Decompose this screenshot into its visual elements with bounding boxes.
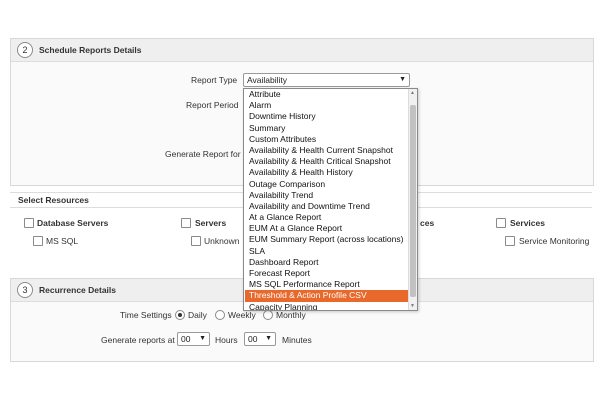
dropdown-scrollbar[interactable]: ▲ ▼	[408, 89, 417, 310]
recurrence-title: Recurrence Details	[39, 285, 117, 295]
minutes-select[interactable]: 00 ▼	[244, 332, 276, 346]
chevron-down-icon: ▼	[199, 335, 206, 342]
step-number-3: 3	[17, 282, 33, 298]
unknown-label: Unknown	[204, 236, 240, 246]
weekly-label: Weekly	[228, 310, 256, 320]
dropdown-option[interactable]: Threshold & Action Profile CSV	[245, 290, 409, 302]
ms-sql-label: MS SQL	[46, 236, 79, 246]
dropdown-option[interactable]: Availability & Health Critical Snapshot	[245, 156, 409, 167]
schedule-reports-title: Schedule Reports Details	[39, 45, 142, 55]
dropdown-option[interactable]: Custom Attributes	[245, 134, 409, 145]
time-settings-label: Time Settings	[120, 310, 172, 320]
dropdown-option[interactable]: Alarm	[245, 100, 409, 111]
servers-checkbox[interactable]	[181, 218, 191, 228]
minutes-value: 00	[248, 334, 258, 344]
dropdown-option[interactable]: SLA	[245, 246, 409, 257]
step-number-2: 2	[17, 42, 33, 58]
dropdown-option[interactable]: Summary	[245, 123, 409, 134]
monthly-radio[interactable]	[263, 310, 273, 320]
database-servers-checkbox[interactable]	[24, 218, 34, 228]
report-type-label: Report Type	[191, 75, 238, 85]
report-type-dropdown-list[interactable]: Attribute Alarm Downtime History Summary Cus…	[243, 88, 418, 311]
hours-value: 00	[181, 334, 191, 344]
database-servers-label: Database Servers	[37, 218, 109, 228]
services-partial-label: ces	[420, 218, 435, 228]
dropdown-option[interactable]: EUM Summary Report (across locations)	[245, 234, 409, 245]
dropdown-option[interactable]: EUM At a Glance Report	[245, 223, 409, 234]
chevron-down-icon: ▼	[265, 335, 272, 342]
dropdown-option[interactable]: Forecast Report	[245, 268, 409, 279]
report-type-select[interactable]: Availability ▼	[243, 73, 410, 87]
ms-sql-checkbox[interactable]	[33, 236, 43, 246]
schedule-reports-header: 2 Schedule Reports Details	[11, 39, 593, 62]
dropdown-option[interactable]: Downtime History	[245, 111, 409, 122]
dropdown-option[interactable]: Outage Comparison	[245, 179, 409, 190]
generate-report-for-label: Generate Report for	[165, 149, 241, 159]
hours-select[interactable]: 00 ▼	[177, 332, 210, 346]
dropdown-options: Attribute Alarm Downtime History Summary Cus…	[245, 89, 409, 310]
unknown-checkbox[interactable]	[191, 236, 201, 246]
service-monitoring-checkbox[interactable]	[505, 236, 515, 246]
select-resources-title: Select Resources	[18, 195, 89, 205]
dropdown-option[interactable]: Availability and Downtime Trend	[245, 201, 409, 212]
daily-label: Daily	[188, 310, 207, 320]
chevron-down-icon: ▼	[399, 76, 406, 83]
daily-radio[interactable]	[175, 310, 185, 320]
dropdown-option[interactable]: Availability & Health Current Snapshot	[245, 145, 409, 156]
scroll-down-icon[interactable]: ▼	[410, 303, 415, 309]
monthly-label: Monthly	[276, 310, 306, 320]
dropdown-option[interactable]: At a Glance Report	[245, 212, 409, 223]
weekly-radio[interactable]	[215, 310, 225, 320]
service-monitoring-label: Service Monitoring	[519, 236, 590, 246]
dropdown-option[interactable]: Attribute	[245, 89, 409, 100]
services-checkbox[interactable]	[496, 218, 506, 228]
report-type-value: Availability	[247, 75, 288, 85]
dropdown-option[interactable]: Availability & Health History	[245, 167, 409, 178]
minutes-label: Minutes	[282, 335, 312, 345]
dropdown-option[interactable]: Capacity Planning	[245, 302, 409, 310]
dropdown-option[interactable]: MS SQL Performance Report	[245, 279, 409, 290]
dropdown-option[interactable]: Availability Trend	[245, 190, 409, 201]
services-label: Services	[510, 218, 545, 228]
hours-label: Hours	[215, 335, 238, 345]
servers-label: Servers	[195, 218, 227, 228]
generate-at-label: Generate reports at	[101, 335, 175, 345]
dropdown-option[interactable]: Dashboard Report	[245, 257, 409, 268]
scroll-up-icon[interactable]: ▲	[410, 90, 415, 96]
report-period-label: Report Period	[186, 100, 239, 110]
scrollbar-thumb[interactable]	[410, 105, 416, 297]
